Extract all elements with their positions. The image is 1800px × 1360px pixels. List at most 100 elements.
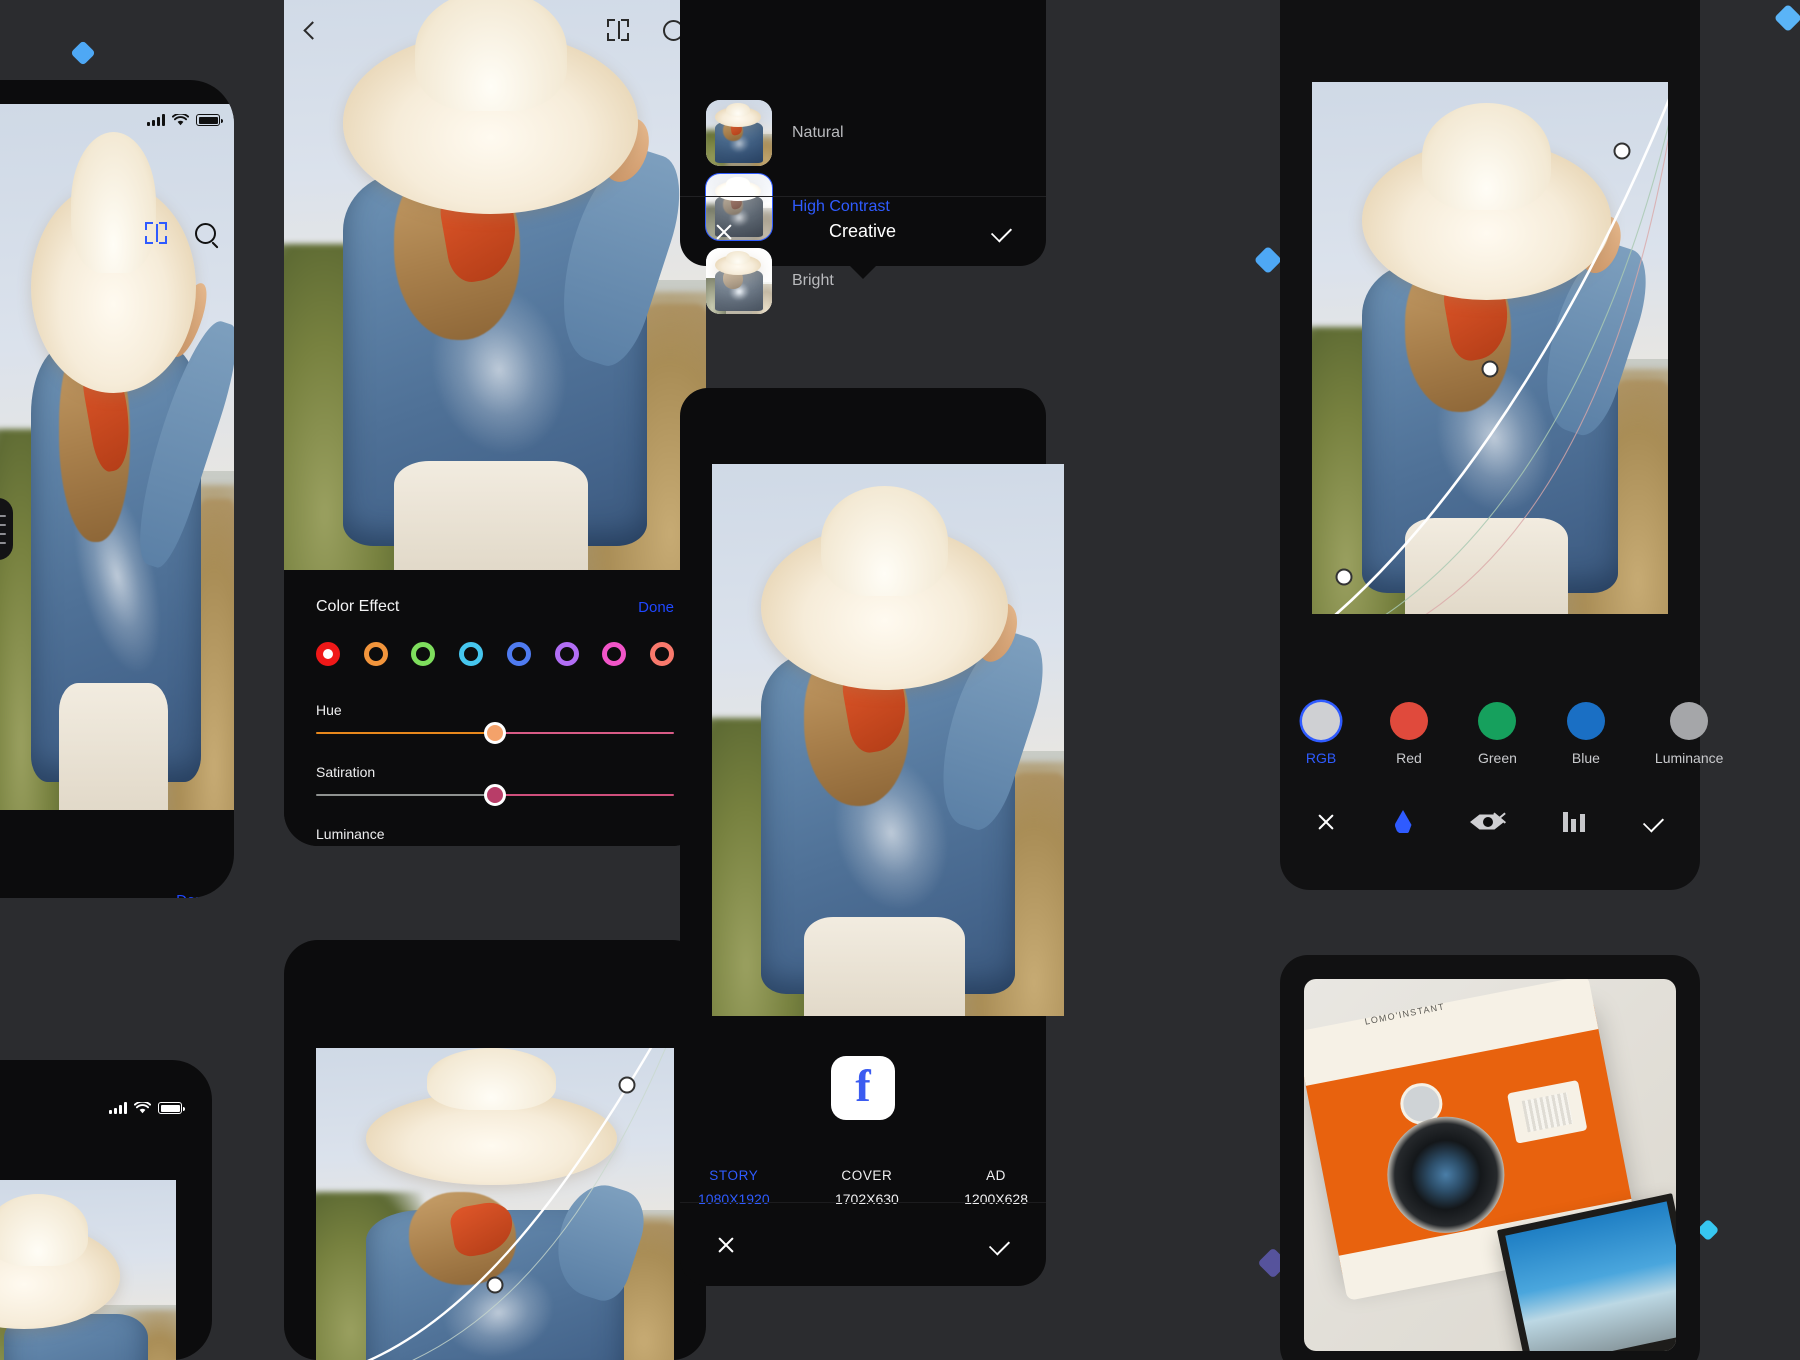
- tone-curve-overlay[interactable]: [1312, 82, 1668, 614]
- facebook-glyph: f: [855, 1063, 870, 1109]
- color-effect-sheet: Color Effect Done Hue Satirati: [284, 570, 706, 846]
- share-export-sheet: f STORY 1080X1920 COVER 1702X630 AD 1200…: [680, 388, 1046, 1286]
- filter-sheet-footer: Creative: [680, 196, 1046, 266]
- filter-option-natural[interactable]: Natural: [680, 96, 1046, 170]
- channel-rgb[interactable]: RGB: [1302, 702, 1340, 766]
- format-name-story: STORY: [698, 1168, 770, 1183]
- channel-label-blue: Blue: [1567, 750, 1605, 766]
- curve-point-mid[interactable]: [1482, 361, 1499, 378]
- slider-luminance: Luminance: [316, 826, 674, 846]
- slider-satiration-track[interactable]: [316, 794, 674, 796]
- share-preview-photo: [712, 464, 1064, 1016]
- slider-hue: Hue: [316, 702, 674, 734]
- compare-slider-handle[interactable]: [0, 498, 13, 560]
- top-navigation: [284, 0, 706, 60]
- close-icon[interactable]: [714, 222, 734, 242]
- curve-photo: [1312, 82, 1668, 614]
- showcase-canvas: Done Filter Pres: [0, 0, 1800, 1360]
- phone-dark-editor: [0, 1060, 212, 1360]
- slider-satiration: Satiration: [316, 764, 674, 796]
- swatch-orange[interactable]: [364, 642, 388, 666]
- close-icon[interactable]: [716, 1235, 736, 1255]
- curve-point-highlight[interactable]: [1613, 143, 1630, 160]
- done-button[interactable]: Done: [638, 599, 674, 616]
- curve-toolbar: [1280, 792, 1700, 852]
- slider-hue-knob[interactable]: [484, 722, 506, 744]
- channel-red[interactable]: Red: [1390, 702, 1428, 766]
- crop-icon[interactable]: [607, 19, 629, 41]
- diamond-blue-topleft: [70, 40, 95, 65]
- slider-satiration-knob[interactable]: [484, 784, 506, 806]
- filter-label-bright: Bright: [792, 272, 834, 290]
- camera-photo: LOMO'INSTANT: [1304, 979, 1676, 1351]
- editor-photo-main: [284, 0, 706, 570]
- swatch-violet[interactable]: [555, 642, 579, 666]
- camera-lens: [1378, 1106, 1514, 1242]
- check-icon[interactable]: [989, 1234, 1010, 1255]
- battery-icon: [196, 114, 220, 126]
- channel-dot-rgb: [1302, 702, 1340, 740]
- tone-curve-overlay[interactable]: [316, 1048, 674, 1360]
- diamond-blue-topright: [1774, 4, 1800, 32]
- channel-selector: RGB Red Green Blue Luminance: [1302, 702, 1700, 766]
- filter-sheet-title: Creative: [829, 221, 896, 242]
- compare-photo-after: [0, 104, 234, 810]
- creative-filter-sheet: Natural High Contrast Bright Creative: [680, 0, 1046, 266]
- done-button[interactable]: Done: [176, 892, 212, 898]
- phone-tone-curve: RGB Red Green Blue Luminance: [1280, 0, 1700, 890]
- curve-point[interactable]: [619, 1077, 636, 1094]
- channel-dot-luminance: [1670, 702, 1708, 740]
- filter-label-natural: Natural: [792, 124, 844, 142]
- swatch-cyan[interactable]: [459, 642, 483, 666]
- channel-blue[interactable]: Blue: [1567, 702, 1605, 766]
- channel-green[interactable]: Green: [1478, 702, 1517, 766]
- camera-flash: [1507, 1080, 1587, 1143]
- swatch-magenta[interactable]: [602, 642, 626, 666]
- camera-top-plate: [1304, 979, 1598, 1086]
- channel-dot-red: [1390, 702, 1428, 740]
- thumb-natural: [706, 100, 772, 166]
- slider-satiration-label: Satiration: [316, 764, 674, 780]
- channel-dot-blue: [1567, 702, 1605, 740]
- diamond-cyan-bottomright: [1697, 1219, 1720, 1242]
- sheet-title: Color Effect: [316, 598, 399, 616]
- toolbar-icons: [145, 222, 216, 244]
- swatch-red[interactable]: [316, 642, 340, 666]
- curve-point[interactable]: [487, 1277, 504, 1294]
- eye-off-icon[interactable]: [1470, 813, 1504, 831]
- swatch-salmon[interactable]: [650, 642, 674, 666]
- format-name-cover: COVER: [835, 1168, 899, 1183]
- status-bar: [147, 114, 220, 126]
- facebook-icon[interactable]: f: [831, 1056, 895, 1120]
- close-icon[interactable]: [1316, 812, 1336, 832]
- crop-icon[interactable]: [145, 222, 167, 244]
- channel-label-rgb: RGB: [1302, 750, 1340, 766]
- curve-point-shadow[interactable]: [1336, 568, 1353, 585]
- signal-icon: [147, 114, 165, 126]
- search-icon[interactable]: [195, 223, 216, 244]
- check-icon[interactable]: [991, 221, 1012, 242]
- phone-compare-screen: Done Filter Pres: [0, 80, 234, 898]
- slider-hue-label: Hue: [316, 702, 674, 718]
- swatch-green[interactable]: [411, 642, 435, 666]
- channel-luminance[interactable]: Luminance: [1655, 702, 1724, 766]
- channel-dot-green: [1478, 702, 1516, 740]
- format-name-ad: AD: [964, 1168, 1028, 1183]
- histogram-icon[interactable]: [1563, 812, 1585, 832]
- phone-color-effect: Color Effect Done Hue Satirati: [284, 0, 706, 846]
- camera-photo-card: LOMO'INSTANT: [1280, 955, 1700, 1360]
- slider-luminance-label: Luminance: [316, 826, 674, 842]
- status-bar: [109, 1102, 182, 1114]
- swatch-blue[interactable]: [507, 642, 531, 666]
- check-icon[interactable]: [1643, 811, 1664, 832]
- slider-hue-track[interactable]: [316, 732, 674, 734]
- sheet-pointer: [850, 266, 876, 279]
- battery-icon: [158, 1102, 182, 1114]
- editor-photo: [0, 1180, 176, 1360]
- diamond-blue-midleft: [1254, 246, 1282, 274]
- wifi-icon: [172, 114, 189, 126]
- droplet-icon[interactable]: [1395, 810, 1412, 834]
- sheet-header: Color Effect Done: [316, 598, 674, 616]
- share-sheet-footer: [680, 1202, 1046, 1286]
- back-chevron-icon[interactable]: [303, 21, 321, 39]
